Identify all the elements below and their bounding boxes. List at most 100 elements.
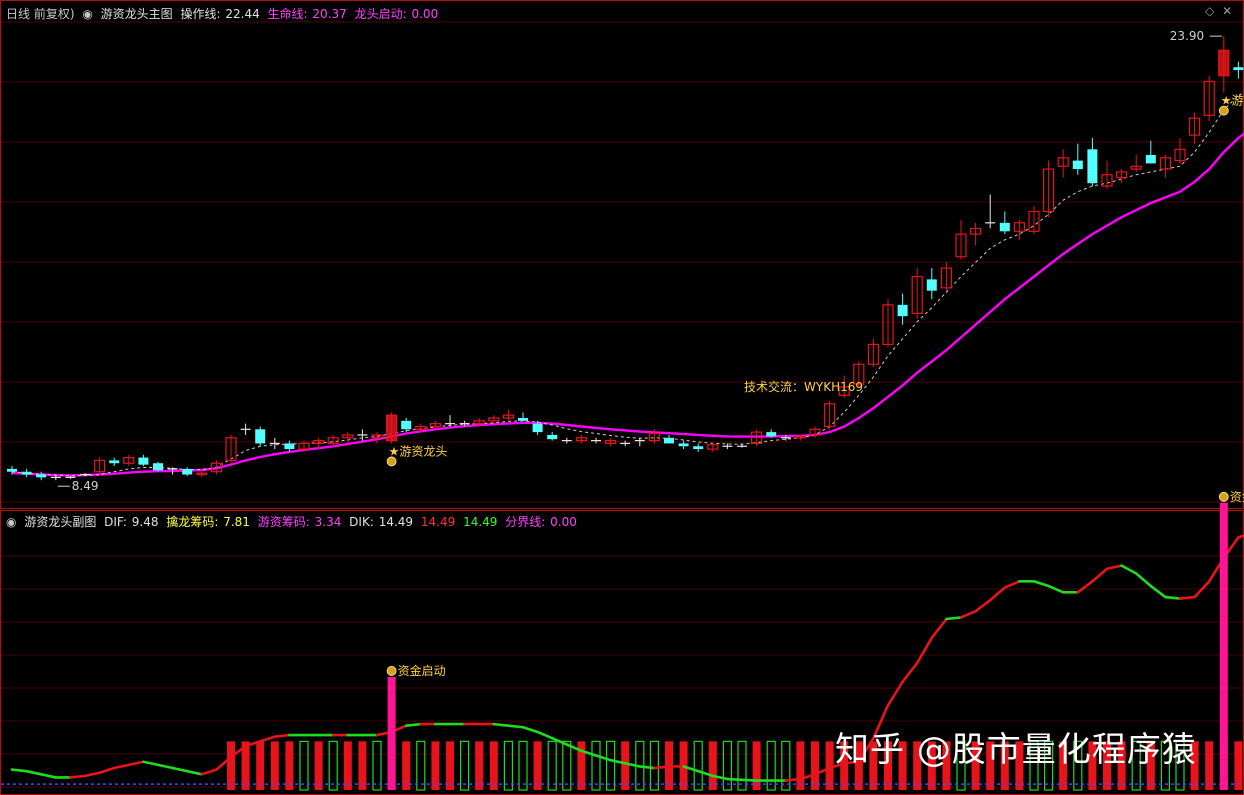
sub-chart-header: ◉ 游资龙头副图 DIF: 9.48 擒龙筹码: 7.81 游资筹码: 3.34… [6,513,581,530]
period-label[interactable]: 日线 前复权) [6,7,75,21]
fund-start-bar [1219,502,1228,790]
histogram-bar [343,741,352,790]
histogram-bar [547,740,557,791]
dif-line-segment [273,733,291,738]
chart-stage: ★游资龙头★游资龙头23.908.49技术交流：WYKH169资金启动资金启动 … [0,0,1244,795]
youzi-label: 游资筹码: [257,515,310,529]
candle-body [678,443,689,447]
histogram-bar [1234,741,1243,790]
histogram-bar [460,740,470,791]
histogram-bar [722,740,733,791]
dif-line-segment [974,598,992,613]
dif-line-segment [492,722,510,727]
candle-body [138,457,149,465]
dif-line-segment [258,735,277,743]
main-panel-frame [0,0,1244,509]
operation-line [11,91,1244,477]
youzi-value: 3.34 [314,515,342,529]
low-price-label: 8.49 [72,479,99,493]
window-controls: ◇ ✕ [1205,4,1232,18]
close-icon[interactable]: ✕ [1222,4,1232,18]
dif-line-segment [1091,567,1109,583]
sub-indicator-title[interactable]: 游资龙头副图 [24,515,96,529]
dragon-start-value: 0.00 [411,7,439,21]
dif-line-segment [784,777,802,782]
dif-line-segment [25,769,43,776]
candle-body [1087,149,1098,184]
histogram-bar [766,740,776,791]
dif-line-segment [404,722,423,727]
histogram-bar [518,740,528,791]
candle-body [897,304,908,317]
dropdown-icon[interactable]: ◉ [82,7,92,21]
dif-line-segment [945,616,963,621]
candle-body [284,443,295,450]
histogram-bar [621,741,630,790]
signal-label-sub: 资金启动 [398,663,446,678]
histogram-bar [796,741,805,790]
dif-line-segment [536,730,554,740]
candle-body [255,429,266,444]
dif-line-segment [901,661,919,684]
candle-body [182,468,193,475]
dif-line-segment [740,778,758,782]
signal-label-sub: 资金启动 [1230,489,1244,504]
histogram-bar [781,740,791,791]
signal-label-main: ★游资龙头 [389,444,448,458]
op-line-value: 22.44 [225,7,260,21]
dik-label: DIK: [349,515,374,529]
dif-line-segment [521,725,539,734]
dif-label: DIF: [104,515,127,529]
life-line-value: 20.37 [312,7,347,21]
op-line-label: 操作线: [180,7,221,21]
watermark: 知乎 @股市量化程序猿 [835,730,1197,770]
histogram-bar [649,740,660,791]
dif-line-segment [959,609,977,619]
histogram-bar [446,741,454,790]
dif-line-segment [1164,595,1182,600]
contact-annotation: 技术交流：WYKH169 [744,379,863,394]
dif-line-segment [69,774,87,779]
candle-body [7,468,17,472]
histogram-bar [314,741,323,790]
dif-line-segment [185,769,204,776]
dif-line-segment [1032,580,1050,588]
dif-line-segment [127,760,145,767]
candle-body [36,474,47,478]
candle-body [926,279,937,291]
candle-body [518,417,528,421]
histogram-bar [299,740,309,791]
dif-line-segment [39,773,58,779]
boundary-value: 0.00 [550,515,577,529]
dif-line-segment [1105,564,1123,571]
money-bag-icon [1218,491,1229,502]
dif-line-segment [112,763,131,770]
histogram-bar [402,741,411,790]
dif-line-segment [156,763,174,770]
dif-line-segment [886,680,904,707]
dik-red-value: 14.49 [420,515,456,529]
histogram-bar [358,741,367,790]
main-indicator-title[interactable]: 游资龙头主图 [101,7,173,21]
high-price-label: 23.90 [1170,29,1204,43]
dif-line-segment [507,724,525,729]
money-bag-icon [1218,105,1229,116]
dropdown-icon[interactable]: ◉ [6,515,16,529]
dif-line-segment [1076,580,1094,594]
candle-body [999,222,1010,232]
candle-body [1233,67,1244,71]
histogram-bar [328,740,338,791]
dif-line-segment [1149,584,1167,599]
histogram-bar [227,741,235,790]
dif-line-segment [171,766,189,773]
signal-candle [386,415,397,441]
histogram-bar [416,740,426,791]
histogram-bar [270,741,279,790]
diamond-icon[interactable]: ◇ [1205,4,1214,18]
candle-body [1072,160,1083,170]
histogram-bar [825,741,834,790]
histogram-bar [372,740,382,791]
candle-body [664,437,674,444]
candle-body [109,460,120,464]
candle-body [693,446,704,450]
